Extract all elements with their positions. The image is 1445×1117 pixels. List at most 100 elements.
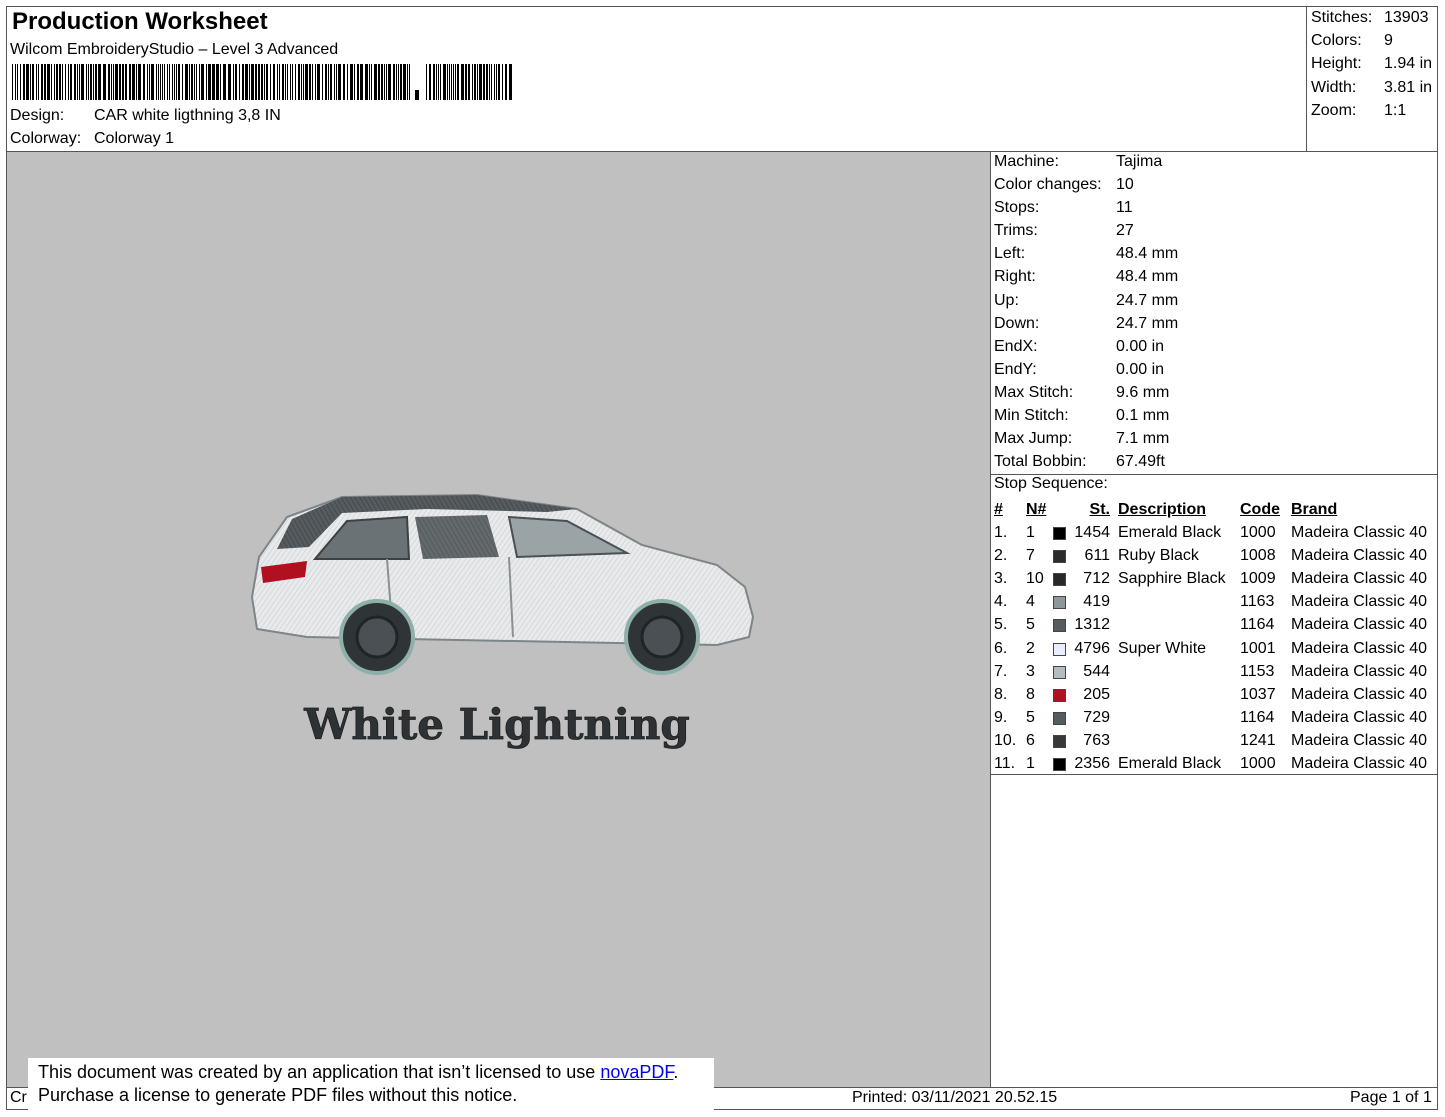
barcode-bar bbox=[400, 64, 402, 100]
machine-info-row: Down: 24.7 mm bbox=[994, 314, 1179, 332]
barcode-bar bbox=[17, 64, 18, 100]
barcode-bar bbox=[365, 64, 368, 100]
barcode-bar bbox=[86, 64, 87, 100]
barcode-bar bbox=[491, 64, 492, 100]
barcode-bar bbox=[407, 64, 408, 100]
barcode-bar bbox=[477, 64, 478, 100]
barcode-bar bbox=[465, 64, 467, 100]
machine-info-row: Total Bobbin: 67.49ft bbox=[994, 453, 1165, 471]
barcode-bar bbox=[303, 64, 304, 100]
machine-info-row: Color changes: 10 bbox=[994, 176, 1134, 194]
barcode-bar bbox=[32, 64, 34, 100]
barcode-bar bbox=[70, 64, 72, 100]
design-value: CAR white ligthning 3,8 IN bbox=[94, 107, 281, 124]
barcode-bar bbox=[447, 64, 448, 100]
novapdf-link[interactable]: novaPDF bbox=[600, 1062, 673, 1082]
barcode-bar bbox=[164, 64, 165, 100]
barcode-bar bbox=[309, 64, 311, 100]
stat-height: Height: 1.94 in bbox=[1311, 55, 1433, 73]
barcode-bar bbox=[360, 64, 363, 100]
barcode-bar bbox=[113, 64, 114, 100]
barcode-bar bbox=[208, 64, 211, 100]
barcode-bar bbox=[429, 64, 431, 100]
barcode-bar bbox=[182, 64, 183, 100]
barcode-bar bbox=[23, 64, 25, 100]
barcode-bar bbox=[115, 64, 118, 100]
barcode-bar bbox=[233, 64, 234, 100]
barcode-bar bbox=[26, 64, 29, 100]
embroidery-design-preview: White Lightning bbox=[250, 493, 755, 749]
page-title: Production Worksheet bbox=[12, 8, 268, 35]
barcode-bar bbox=[426, 64, 427, 100]
barcode-bar bbox=[36, 64, 37, 100]
colorway-value: Colorway 1 bbox=[94, 130, 175, 147]
machine-info-row: Up: 24.7 mm bbox=[994, 291, 1179, 309]
footer-created-text: Cr bbox=[10, 1089, 27, 1106]
barcode-bar bbox=[251, 64, 254, 100]
barcode-bar bbox=[74, 64, 76, 100]
barcode-bar bbox=[108, 64, 110, 100]
barcode-bar bbox=[151, 64, 154, 100]
machine-info-row: Machine: Tajima bbox=[994, 153, 1163, 170]
barcode-bar bbox=[172, 64, 173, 100]
barcode-bar bbox=[122, 64, 124, 100]
barcode-bar bbox=[255, 64, 257, 100]
barcode-bar bbox=[436, 64, 437, 100]
barcode-bar bbox=[129, 64, 131, 100]
barcode-bar bbox=[440, 64, 441, 100]
color-swatch bbox=[1053, 642, 1066, 656]
barcode-bar bbox=[194, 64, 195, 100]
barcode-bar bbox=[277, 64, 278, 100]
barcode-bar bbox=[47, 64, 50, 100]
stat-width: Width: 3.81 in bbox=[1311, 78, 1433, 96]
barcode-bar bbox=[191, 64, 193, 100]
stop-sequence-title: Stop Sequence: bbox=[994, 475, 1108, 492]
barcode-bar bbox=[178, 64, 180, 100]
barcode-bar bbox=[212, 64, 215, 100]
barcode-bar bbox=[20, 64, 21, 100]
barcode-bar bbox=[249, 64, 250, 100]
barcode-bar bbox=[95, 64, 97, 100]
barcode-bar bbox=[315, 64, 316, 100]
barcode-bar bbox=[322, 64, 323, 100]
barcode-bar bbox=[343, 64, 345, 100]
barcode-bar bbox=[88, 64, 89, 100]
color-swatch bbox=[1053, 550, 1066, 564]
printed-timestamp: Printed: 03/11/2021 20.52.15 bbox=[852, 1089, 1058, 1106]
barcode-bar bbox=[334, 64, 335, 100]
barcode-bar bbox=[312, 64, 313, 100]
color-swatch bbox=[1053, 665, 1066, 679]
barcode-bar bbox=[132, 64, 135, 100]
barcode-bar bbox=[90, 64, 92, 100]
machine-info-row: Stops: 11 bbox=[994, 199, 1133, 217]
barcode-bar bbox=[449, 64, 450, 100]
barcode-bar bbox=[483, 64, 485, 100]
machine-info-row: Max Stitch: 9.6 mm bbox=[994, 383, 1170, 401]
barcode-bar bbox=[305, 64, 308, 100]
machine-info-row: EndY: 0.00 in bbox=[994, 360, 1165, 378]
barcode-bar bbox=[438, 64, 439, 100]
color-swatch bbox=[1053, 734, 1066, 748]
barcode-bar bbox=[354, 64, 355, 100]
barcode-bar bbox=[374, 64, 377, 100]
software-name: Wilcom EmbroideryStudio – Level 3 Advanc… bbox=[10, 41, 339, 58]
barcode-bar bbox=[220, 64, 221, 100]
barcode-bar bbox=[30, 64, 31, 100]
barcode-bar bbox=[409, 64, 410, 100]
barcode-bar bbox=[167, 64, 168, 100]
barcode-bar bbox=[264, 64, 265, 100]
barcode-bar bbox=[199, 64, 200, 100]
design-canvas: White Lightning bbox=[7, 152, 990, 1087]
barcode-bar bbox=[369, 64, 370, 100]
machine-info-row: Left: 48.4 mm bbox=[994, 245, 1179, 263]
barcode-bar bbox=[15, 64, 16, 100]
stats-divider bbox=[1306, 6, 1307, 151]
barcode-bar bbox=[479, 64, 482, 100]
barcode-bar bbox=[505, 64, 507, 100]
barcode-bar bbox=[347, 64, 348, 100]
barcode-bar bbox=[273, 64, 275, 100]
barcode-bar bbox=[371, 64, 372, 100]
stat-colors: Colors: 9 bbox=[1311, 32, 1393, 50]
barcode-bar bbox=[38, 64, 39, 100]
barcode-bar bbox=[44, 64, 46, 100]
